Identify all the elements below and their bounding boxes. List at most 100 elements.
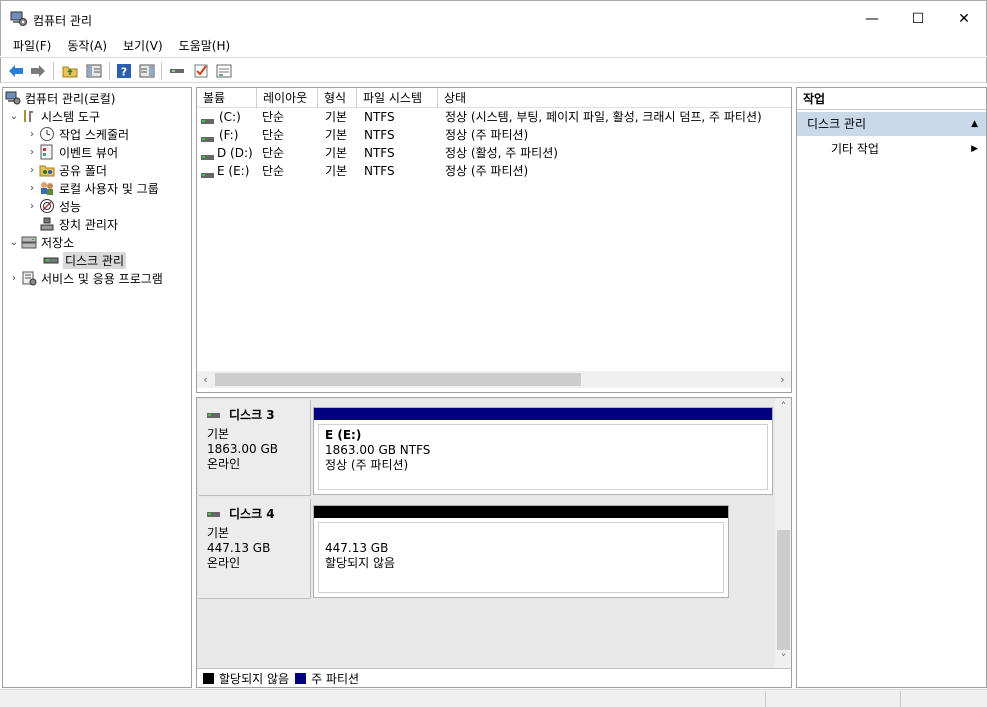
scroll-left-icon[interactable]: ‹ <box>197 371 214 388</box>
volume-list-header: 볼륨 레이아웃 형식 파일 시스템 상태 <box>197 88 791 108</box>
column-header-type[interactable]: 형식 <box>318 88 357 108</box>
disk-name: 디스크 4 <box>229 507 275 521</box>
more-actions[interactable]: 기타 작업 ▶ <box>797 138 986 160</box>
collapse-icon[interactable]: ▲ <box>971 112 978 136</box>
connect-icon[interactable] <box>168 62 186 80</box>
column-header-volume[interactable]: 볼륨 <box>197 88 257 108</box>
checkmark-icon[interactable] <box>192 62 210 80</box>
maximize-button[interactable]: ☐ <box>895 1 941 37</box>
help-icon[interactable]: ? <box>115 62 133 80</box>
disk-type: 기본 <box>207 427 230 441</box>
tree-item-event-viewer[interactable]: › 이벤트 뷰어 <box>25 143 118 161</box>
disk-size: 447.13 GB <box>207 541 271 555</box>
tree-item-local-users[interactable]: › 로컬 사용자 및 그룹 <box>25 179 159 197</box>
users-icon <box>39 180 55 196</box>
tree-label: 시스템 도구 <box>41 109 101 124</box>
unallocated-space[interactable]: 447.13 GB 할당되지 않음 <box>313 505 729 598</box>
tree-item-task-scheduler[interactable]: › 작업 스케줄러 <box>25 125 129 143</box>
properties-icon[interactable] <box>215 62 233 80</box>
toolbar: ? <box>0 57 987 83</box>
chevron-right-icon[interactable]: › <box>25 183 39 194</box>
tree-item-performance[interactable]: › 성능 <box>25 197 81 215</box>
tree-item-services-apps[interactable]: › 서비스 및 응용 프로그램 <box>7 269 163 287</box>
menu-action[interactable]: 동작(A) <box>59 36 115 56</box>
column-header-status[interactable]: 상태 <box>438 88 791 108</box>
disk-icon <box>207 511 221 519</box>
close-button[interactable]: ✕ <box>941 1 987 37</box>
disk-type: 기본 <box>207 526 230 540</box>
shared-folder-icon <box>39 162 55 178</box>
cell-type: 기본 <box>325 146 348 160</box>
chevron-right-icon[interactable]: › <box>7 273 21 284</box>
disk-state: 온라인 <box>207 457 241 471</box>
submenu-arrow-icon: ▶ <box>971 144 978 154</box>
menu-file[interactable]: 파일(F) <box>5 36 59 56</box>
vertical-scrollbar[interactable]: ˄ ˅ <box>775 398 791 668</box>
cell-status: 정상 (시스템, 부팅, 페이지 파일, 활성, 크래시 덤프, 주 파티션) <box>445 110 762 124</box>
up-folder-icon[interactable] <box>61 62 79 80</box>
menu-view[interactable]: 보기(V) <box>115 36 171 56</box>
status-segment <box>900 691 986 707</box>
tree-item-storage[interactable]: ⌄ 저장소 <box>7 233 74 251</box>
table-row[interactable]: (F:) 단순 기본 NTFS 정상 (주 파티션) <box>197 126 791 144</box>
disk-4-label[interactable]: 디스크 4 기본 447.13 GB 온라인 <box>199 499 311 599</box>
tree-item-system-tools[interactable]: ⌄ 시스템 도구 <box>7 107 100 125</box>
scroll-up-icon[interactable]: ˄ <box>775 398 791 415</box>
chevron-down-icon[interactable]: ⌄ <box>7 237 21 248</box>
partition-info: 447.13 GB 할당되지 않음 <box>318 522 724 593</box>
window-title: 컴퓨터 관리 <box>33 14 93 28</box>
cell-type: 기본 <box>325 128 348 142</box>
cell-filesystem: NTFS <box>364 110 395 124</box>
scrollbar-thumb[interactable] <box>777 530 790 650</box>
legend-swatch-primary <box>295 673 307 684</box>
show-hide-action-pane-icon[interactable] <box>138 62 156 80</box>
back-arrow-icon[interactable] <box>7 62 25 80</box>
table-row[interactable]: E (E:) 단순 기본 NTFS 정상 (주 파티션) <box>197 162 791 180</box>
tools-icon <box>21 108 37 124</box>
services-icon <box>21 270 37 286</box>
clock-icon <box>39 126 55 142</box>
table-row[interactable]: (C:) 단순 기본 NTFS 정상 (시스템, 부팅, 페이지 파일, 활성,… <box>197 108 791 126</box>
minimize-icon: — <box>865 11 879 27</box>
disk-3-label[interactable]: 디스크 3 기본 1863.00 GB 온라인 <box>199 400 311 496</box>
chevron-right-icon[interactable]: › <box>25 165 39 176</box>
scroll-down-icon[interactable]: ˅ <box>775 650 791 667</box>
column-header-filesystem[interactable]: 파일 시스템 <box>357 88 438 108</box>
chevron-right-icon[interactable]: › <box>25 129 39 140</box>
section-label: 디스크 관리 <box>807 117 867 131</box>
partition-e[interactable]: E (E:) 1863.00 GB NTFS 정상 (주 파티션) <box>313 407 773 495</box>
menu-help[interactable]: 도움말(H) <box>171 36 239 56</box>
tree-item-shared-folders[interactable]: › 공유 폴더 <box>25 161 107 179</box>
tree-label: 장치 관리자 <box>59 217 119 232</box>
partition-info: E (E:) 1863.00 GB NTFS 정상 (주 파티션) <box>318 424 768 490</box>
cell-volume: (C:) <box>219 110 241 124</box>
cell-filesystem: NTFS <box>364 128 395 142</box>
scrollbar-thumb[interactable] <box>215 373 581 386</box>
cell-type: 기본 <box>325 164 348 178</box>
chevron-down-icon[interactable]: ⌄ <box>7 111 21 122</box>
tree-item-device-manager[interactable]: 장치 관리자 <box>39 215 118 233</box>
chevron-right-icon[interactable]: › <box>25 201 39 212</box>
actions-section-disk-management[interactable]: 디스크 관리 ▲ <box>797 112 986 136</box>
title-bar: 컴퓨터 관리 — ☐ ✕ <box>0 0 987 36</box>
chevron-right-icon[interactable]: › <box>25 147 39 158</box>
partition-title: E (E:) <box>325 428 362 442</box>
tree-item-root[interactable]: 컴퓨터 관리(로컬) <box>5 89 115 107</box>
column-header-layout[interactable]: 레이아웃 <box>257 88 318 108</box>
tree-item-disk-management[interactable]: 디스크 관리 <box>43 251 127 269</box>
cell-status: 정상 (주 파티션) <box>445 128 529 142</box>
horizontal-scrollbar[interactable]: ‹ › <box>197 371 791 388</box>
event-viewer-icon <box>39 144 55 160</box>
tree-label: 서비스 및 응용 프로그램 <box>41 271 163 286</box>
table-row[interactable]: D (D:) 단순 기본 NTFS 정상 (활성, 주 파티션) <box>197 144 791 162</box>
cell-status: 정상 (주 파티션) <box>445 164 529 178</box>
forward-arrow-icon[interactable] <box>29 62 47 80</box>
partition-size: 447.13 GB <box>325 541 389 555</box>
legend-swatch-unallocated <box>203 673 214 684</box>
tree-label: 이벤트 뷰어 <box>59 145 119 160</box>
cell-layout: 단순 <box>262 146 285 160</box>
show-hide-tree-icon[interactable] <box>85 62 103 80</box>
minimize-button[interactable]: — <box>849 1 895 37</box>
cell-volume: D (D:) <box>217 146 253 160</box>
scroll-right-icon[interactable]: › <box>774 371 791 388</box>
